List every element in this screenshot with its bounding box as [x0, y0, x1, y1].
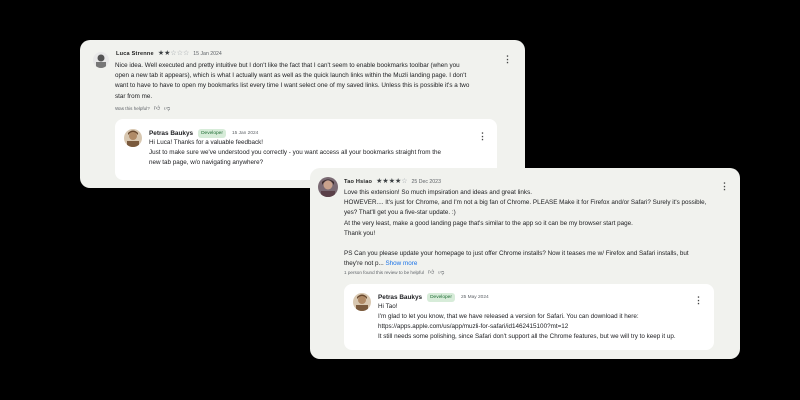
star-rating: ★ ★ ★ ★ ☆ [376, 178, 407, 185]
reply-link[interactable]: https://apps.apple.com/us/app/muzli-for-… [378, 322, 676, 332]
star-rating: ★ ★ ☆ ☆ ☆ [158, 50, 189, 57]
reply-text: Hi Tao! I'm glad to let you know, that w… [378, 302, 676, 342]
review-date: 15 Jan 2024 [193, 50, 222, 57]
review-text-line: Thank you! [344, 229, 376, 237]
reply-header: Petras Baukys Developer 25 May 2024 [378, 293, 489, 302]
developer-avatar [353, 293, 371, 311]
review-date: 25 Dec 2023 [411, 178, 441, 185]
helpful-row: Was this helpful? 👍︎ 👎︎ [115, 104, 170, 113]
review-text-line: star from me. [115, 92, 153, 100]
developer-name: Petras Baukys [378, 294, 423, 301]
developer-badge: Developer [198, 129, 226, 138]
developer-badge: Developer [427, 293, 455, 302]
more-options-icon[interactable]: ⋮ [694, 296, 703, 305]
review-text-line: At the very least, make a good landing p… [344, 219, 633, 227]
show-more-link[interactable]: Show more [385, 260, 417, 267]
reply-text-line: Hi Tao! [378, 303, 398, 310]
reply-header: Petras Baukys Developer 15 Jan 2024 [149, 129, 258, 138]
review-header: Tao Hsiao ★ ★ ★ ★ ☆ 25 Dec 2023 [344, 178, 441, 185]
more-options-icon[interactable]: ⋮ [720, 182, 729, 191]
star-empty-icon: ☆ [401, 178, 408, 185]
more-options-icon[interactable]: ⋮ [478, 132, 487, 141]
thumbs-down-icon[interactable]: 👎︎ [164, 104, 170, 112]
developer-name: Petras Baukys [149, 130, 194, 137]
review-text-line: Nice idea. Well executed and pretty intu… [115, 62, 460, 69]
reviewer-avatar [318, 177, 338, 197]
reviewer-name: Tao Hsiao [344, 178, 373, 185]
reply-date: 25 May 2024 [460, 295, 489, 300]
reply-date: 15 Jan 2024 [231, 131, 259, 136]
helpful-label: Was this helpful? [115, 105, 150, 111]
review-text-line: yes? That'll get you a five-star update.… [344, 209, 456, 217]
review-text-line: PS Can you please update your homepage t… [344, 250, 689, 258]
reply-text-line: It still needs some polishing, since Saf… [378, 333, 676, 340]
review-text-line: HOWEVER.... It's just for Chrome, and I'… [344, 199, 707, 207]
developer-reply: Petras Baukys Developer 25 May 2024 ⋮ Hi… [344, 284, 714, 350]
reply-text: Hi Luca! Thanks for a valuable feedback!… [149, 138, 441, 168]
thumbs-up-icon[interactable]: 👍︎ [428, 268, 434, 276]
review-text: Nice idea. Well executed and pretty intu… [115, 61, 469, 102]
thumbs-up-icon[interactable]: 👍︎ [154, 104, 160, 112]
thumbs-down-icon[interactable]: 👎︎ [438, 268, 444, 276]
star-empty-icon: ☆ [182, 50, 190, 57]
review-text: Love this extension! So much impsiration… [344, 188, 706, 269]
reply-text-line: Hi Luca! Thanks for a valuable feedback! [149, 139, 263, 146]
more-options-icon[interactable]: ⋮ [503, 55, 512, 64]
developer-avatar [124, 129, 142, 147]
reply-text-line: Just to make sure we've understood you c… [149, 149, 442, 156]
truncated-text: they're not p... [344, 260, 384, 268]
helpful-label: 1 person found this review to be helpful [344, 269, 424, 275]
review-text-line [344, 239, 706, 249]
helpful-row: 1 person found this review to be helpful… [344, 268, 444, 277]
reply-text-line: new tab page, w/o navigating anywhere? [149, 159, 264, 166]
reviewer-avatar [93, 52, 109, 68]
review-card: Luca Strenne ★ ★ ☆ ☆ ☆ 15 Jan 2024 ⋮ Nice id… [80, 40, 525, 188]
reviewer-name: Luca Strenne [116, 50, 154, 57]
review-text-line: Love this extension! So much impsiration… [344, 189, 532, 196]
reply-text-line: I'm glad to let you know, that we have r… [378, 313, 639, 320]
review-header: Luca Strenne ★ ★ ☆ ☆ ☆ 15 Jan 2024 [116, 50, 222, 57]
review-text-line: open a new tab it appears), which is wha… [115, 72, 467, 80]
review-text-line: want to have to have to open my bookmark… [115, 82, 470, 90]
review-card: Tao Hsiao ★ ★ ★ ★ ☆ 25 Dec 2023 ⋮ Love this … [310, 168, 740, 359]
